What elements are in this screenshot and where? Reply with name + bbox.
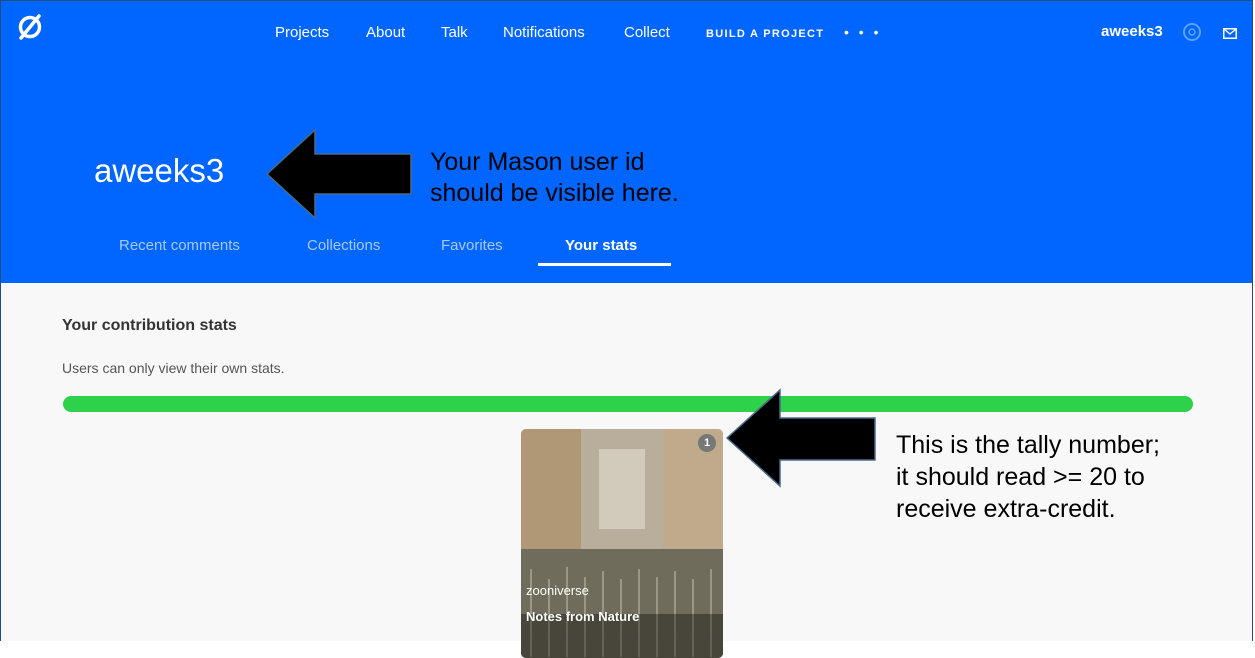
annotation-note-user-id-line2: should be visible here. [430, 179, 679, 207]
nav-about[interactable]: About [366, 24, 405, 41]
account-username[interactable]: aweeks3 [1101, 23, 1163, 40]
annotation-note-user-id: Your Mason user id should be visible her… [430, 147, 679, 209]
zooniverse-logo-icon[interactable] [16, 13, 44, 41]
stats-heading: Your contribution stats [62, 317, 237, 334]
stats-note: Users can only view their own stats. [62, 360, 285, 376]
notifications-icon[interactable] [1181, 21, 1203, 43]
annotation-note-tally-line1: This is the tally number; [896, 431, 1160, 459]
annotation-note-user-id-line1: Your Mason user id [430, 148, 645, 176]
nav-talk[interactable]: Talk [441, 24, 468, 41]
annotation-arrow-left-icon [725, 388, 876, 488]
tab-collections[interactable]: Collections [307, 237, 380, 254]
active-tab-indicator [538, 263, 671, 266]
tab-your-stats[interactable]: Your stats [565, 237, 637, 254]
mail-icon[interactable] [1223, 28, 1237, 39]
profile-username: aweeks3 [94, 152, 225, 189]
nav-more-button[interactable]: • • • [844, 24, 881, 40]
tab-recent-comments[interactable]: Recent comments [119, 237, 240, 254]
contribution-bar [63, 396, 1193, 412]
nav-projects[interactable]: Projects [275, 24, 329, 41]
nav-collect[interactable]: Collect [624, 24, 670, 41]
tab-favorites[interactable]: Favorites [441, 237, 503, 254]
site-header: Projects About Talk Notifications Collec… [1, 1, 1252, 283]
annotation-note-tally-line3: receive extra-credit. [896, 495, 1116, 523]
project-title[interactable]: Notes from Nature [526, 609, 639, 624]
project-owner: zooniverse [526, 583, 589, 598]
annotation-arrow-left-icon [265, 128, 412, 220]
nav-notifications[interactable]: Notifications [503, 24, 585, 41]
tally-count-badge: 1 [698, 434, 716, 452]
annotation-note-tally: This is the tally number; it should read… [896, 429, 1160, 525]
nav-build-a-project[interactable]: BUILD A PROJECT [706, 28, 824, 40]
annotation-note-tally-line2: it should read >= 20 to [896, 463, 1145, 491]
